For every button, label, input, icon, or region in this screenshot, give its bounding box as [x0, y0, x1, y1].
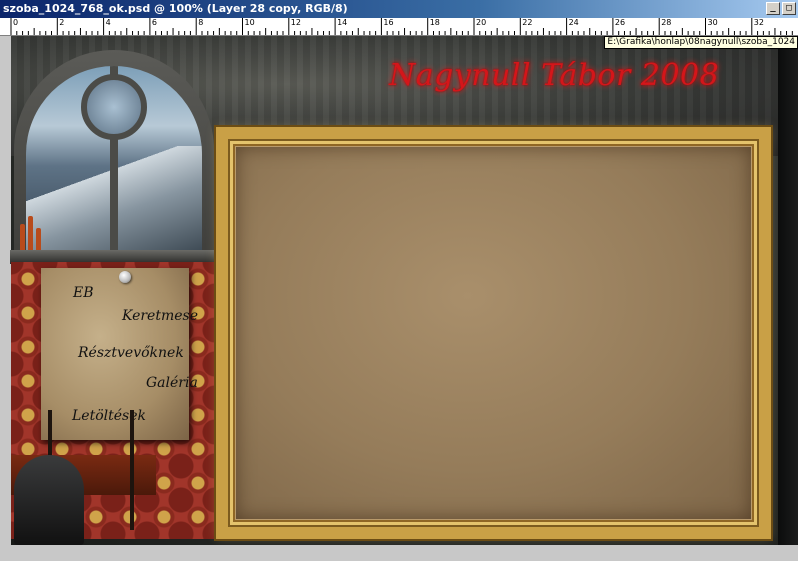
menu-item-galeria[interactable]: Galéria: [146, 375, 198, 391]
ruler-tick-label: 22: [522, 18, 533, 27]
candles-icon: [18, 210, 48, 250]
canvas-right-edge: [778, 36, 798, 545]
menu-item-letoltesek[interactable]: Letöltések: [72, 408, 146, 424]
pushpin-icon: [119, 271, 131, 283]
ruler-tick-label: 6: [151, 18, 157, 27]
content-area[interactable]: [236, 147, 751, 519]
ruler-tick-label: 16: [383, 18, 394, 27]
vertical-ruler[interactable]: [0, 36, 11, 561]
horizontal-ruler[interactable]: 0 2 4 6 8 10 12 14 16 18 20 22 24 26 28 30 32: [0, 18, 798, 36]
ruler-tick-label: 4: [105, 18, 111, 27]
ruler-ticks: [10, 18, 793, 35]
ruler-tick-label: 28: [661, 18, 672, 27]
ruler-tick-label: 30: [707, 18, 718, 27]
horizontal-scroll-gutter[interactable]: [0, 545, 798, 561]
ruler-tick-label: 24: [568, 18, 579, 27]
ruler-tick-label: 26: [614, 18, 626, 27]
site-title: Nagynull Tábor 2008: [389, 58, 720, 93]
ruler-tick-label: 32: [753, 18, 764, 27]
ruler-tick-label: 2: [59, 18, 65, 27]
window-title-bar: szoba_1024_768_ok.psd @ 100% (Layer 28 c…: [0, 0, 798, 18]
restore-button[interactable]: □: [782, 2, 796, 15]
rose-window: [81, 74, 147, 140]
window-title: szoba_1024_768_ok.psd @ 100% (Layer 28 c…: [3, 2, 348, 15]
ruler-tick-label: 14: [337, 18, 348, 27]
ruler-tick-label: 10: [244, 18, 255, 27]
lamp-icon: [14, 455, 84, 545]
ruler-tick-label: 18: [429, 18, 440, 27]
file-path-tooltip: E:\Grafika\honlap\08nagynull\szoba_1024: [604, 36, 798, 49]
ruler-tick-label: 20: [476, 18, 487, 27]
menu-item-resztvevoknek[interactable]: Résztvevőknek: [78, 345, 184, 361]
menu-item-eb[interactable]: EB: [73, 285, 94, 301]
ruler-tick-label: 0: [13, 18, 19, 27]
window-controls: _ □: [766, 2, 796, 15]
minimize-button[interactable]: _: [766, 2, 780, 15]
menu-item-keretmese[interactable]: Keretmese: [122, 308, 198, 324]
ruler-tick-label: 12: [290, 18, 301, 27]
gothic-window-glass: [26, 66, 202, 266]
ruler-tick-label: 8: [198, 18, 204, 27]
coat-hook-icon: [130, 410, 134, 530]
